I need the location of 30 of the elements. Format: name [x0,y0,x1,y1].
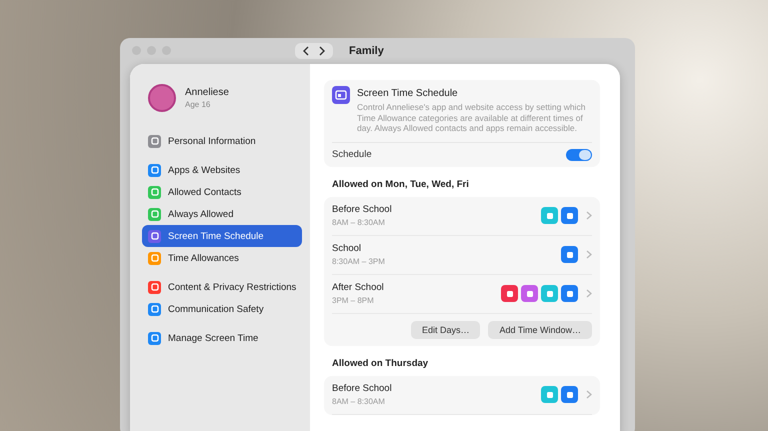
sidebar-item[interactable]: Apps & Websites [142,159,302,181]
sidebar-item[interactable]: Communication Safety [142,298,302,320]
window-title: Family [349,45,384,57]
sidebar-item[interactable]: Screen Time Schedule [142,225,302,247]
header-title: Screen Time Schedule [357,88,459,99]
schedule-label: Schedule [332,149,372,160]
action-button[interactable]: Edit Days… [410,320,480,338]
chevron-icon [586,211,592,220]
sidebar-item[interactable]: Manage Screen Time [142,327,302,349]
schedule-icon [332,86,350,104]
profile-age: Age 16 [185,100,212,109]
sidebar-item[interactable]: Personal Information [142,130,302,152]
time-window-row[interactable]: Before School 8AM – 8:30AM [332,196,592,236]
chevron-icon [586,250,592,259]
section-title: Allowed on Mon, Tue, Wed, Fri [332,178,470,190]
avatar-icon [148,84,176,112]
section-title: Allowed on Thursday [332,358,430,368]
time-window-row[interactable]: After School 3PM – 8PM [332,274,592,314]
sidebar-item[interactable]: Allowed Contacts [142,181,302,203]
header-description: Control Anneliese's app and website access by setting which Time Allowance categories are available at different times of day. Always Allowed contacts and apps remain accessible. [357,102,586,134]
sidebar-item[interactable]: Always Allowed [142,203,302,225]
time-window-row[interactable]: School 8:30AM – 3PM [332,236,592,274]
schedule-toggle[interactable] [566,148,592,160]
sidebar-item[interactable]: Time Allowances [142,247,302,269]
action-button[interactable]: Add Time Window… [488,320,592,338]
profile-name: Anneliese [185,87,229,98]
sidebar-item[interactable]: Content & Privacy Restrictions [142,276,302,298]
back-forward-control[interactable] [295,43,333,59]
chevron-icon [586,390,592,399]
chevron-icon [586,289,592,298]
